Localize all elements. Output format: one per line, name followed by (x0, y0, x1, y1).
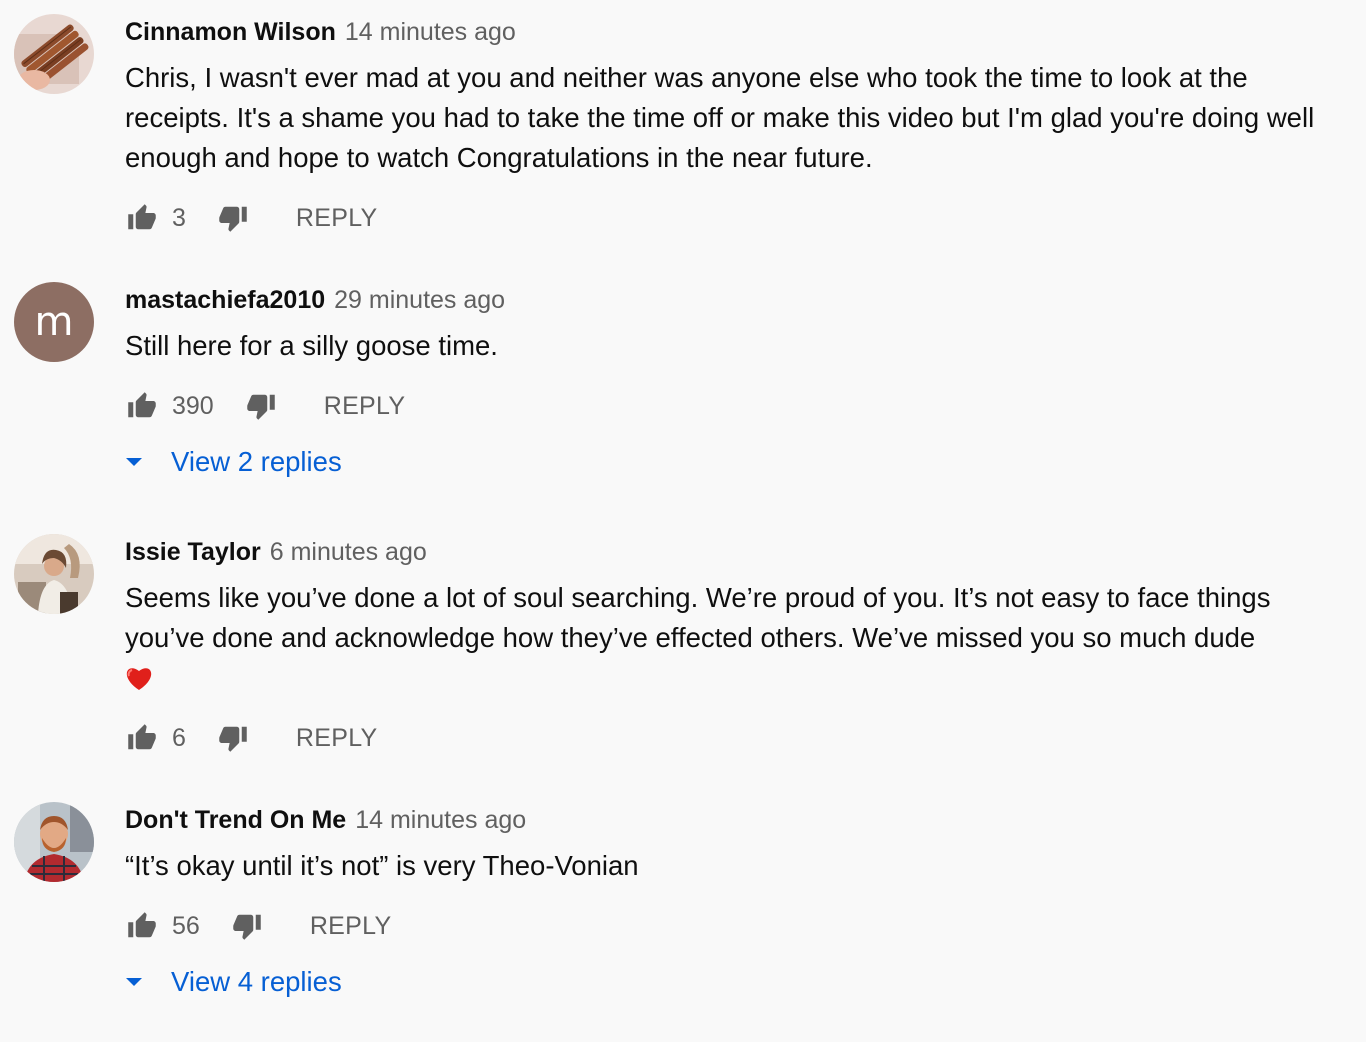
avatar[interactable]: m (14, 282, 94, 362)
comment-text-content: Seems like you’ve done a lot of soul sea… (125, 582, 1271, 653)
view-replies-label: View 2 replies (171, 446, 342, 477)
timestamp[interactable]: 29 minutes ago (334, 286, 505, 315)
woman-portrait-photo (14, 534, 94, 614)
man-portrait-photo (14, 802, 94, 882)
like-count: 6 (172, 723, 186, 752)
caret-down-icon (125, 977, 143, 987)
reply-button[interactable]: REPLY (296, 724, 378, 753)
like-count: 3 (172, 203, 186, 232)
comment-header: mastachiefa2010 29 minutes ago (125, 282, 505, 318)
like-count: 390 (172, 391, 214, 420)
thumbs-down-icon (233, 914, 261, 940)
author-name[interactable]: Issie Taylor (125, 538, 261, 567)
comment-text: Still here for a silly goose time. (125, 330, 498, 361)
comment-header: Cinnamon Wilson 14 minutes ago (125, 14, 516, 50)
author-name[interactable]: Cinnamon Wilson (125, 18, 336, 47)
thumbs-up-icon (128, 724, 156, 750)
like-button[interactable] (125, 201, 159, 235)
reply-button[interactable]: REPLY (296, 204, 378, 233)
avatar[interactable] (14, 14, 94, 94)
caret-down-icon (125, 457, 143, 467)
comment-text: “It’s okay until it’s not” is very Theo-… (125, 850, 639, 881)
dislike-button[interactable] (230, 909, 264, 943)
comment-actions: 390 REPLY (125, 386, 405, 426)
comment-actions: 3 REPLY (125, 198, 378, 238)
like-count: 56 (172, 911, 200, 940)
thumbs-down-icon (219, 206, 247, 232)
view-replies-button[interactable]: View 4 replies (125, 964, 342, 1000)
dislike-button[interactable] (244, 389, 278, 423)
author-name[interactable]: mastachiefa2010 (125, 286, 325, 315)
comments-thread: Cinnamon Wilson 14 minutes ago Chris, I … (0, 0, 1366, 1042)
reply-button[interactable]: REPLY (324, 392, 406, 421)
dislike-button[interactable] (216, 721, 250, 755)
comment-header: Issie Taylor 6 minutes ago (125, 534, 427, 570)
thumbs-down-icon (219, 726, 247, 752)
timestamp[interactable]: 14 minutes ago (345, 18, 516, 47)
like-button[interactable] (125, 909, 159, 943)
cinnamon-sticks-photo (14, 14, 94, 94)
timestamp[interactable]: 14 minutes ago (355, 806, 526, 835)
avatar-letter: m (14, 282, 94, 362)
author-name[interactable]: Don't Trend On Me (125, 806, 346, 835)
thumbs-down-icon (246, 394, 275, 420)
thumbs-up-icon (128, 392, 156, 418)
thumbs-up-icon (128, 204, 156, 230)
like-button[interactable] (125, 721, 159, 755)
view-replies-label: View 4 replies (171, 966, 342, 997)
view-replies-button[interactable]: View 2 replies (125, 444, 342, 480)
like-button[interactable] (125, 389, 159, 423)
reply-button[interactable]: REPLY (310, 912, 392, 941)
comment-text: Chris, I wasn't ever mad at you and neit… (125, 62, 1315, 173)
comment-actions: 56 REPLY (125, 906, 391, 946)
red-heart-icon (125, 662, 153, 702)
avatar[interactable] (14, 534, 94, 614)
dislike-button[interactable] (216, 201, 250, 235)
thumbs-up-icon (128, 912, 156, 938)
comment-actions: 6 REPLY (125, 718, 378, 758)
comment-text: Seems like you’ve done a lot of soul sea… (125, 578, 1315, 702)
comment-header: Don't Trend On Me 14 minutes ago (125, 802, 526, 838)
avatar[interactable] (14, 802, 94, 882)
timestamp[interactable]: 6 minutes ago (270, 538, 427, 567)
